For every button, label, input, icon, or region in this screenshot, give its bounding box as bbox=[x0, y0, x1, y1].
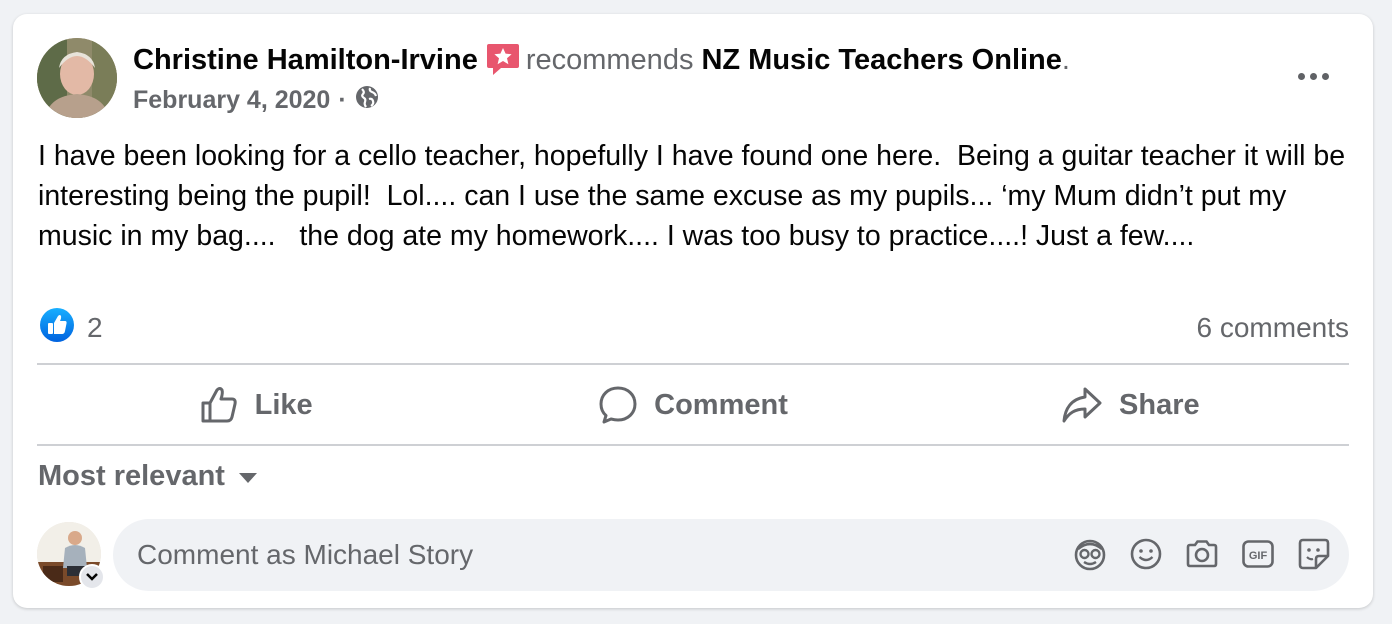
avatar-sticker-icon[interactable] bbox=[1073, 537, 1107, 571]
reactions-summary[interactable]: 2 bbox=[39, 307, 103, 346]
composer-tools: GIF bbox=[1073, 537, 1331, 571]
recommendation-icon bbox=[486, 42, 520, 78]
divider bbox=[37, 444, 1349, 446]
post-date[interactable]: February 4, 2020 bbox=[133, 86, 330, 115]
caret-down-icon bbox=[238, 473, 257, 483]
more-dot bbox=[1309, 72, 1317, 80]
like-label: Like bbox=[254, 388, 313, 421]
globe-icon bbox=[355, 85, 379, 116]
share-arrow-icon bbox=[1061, 385, 1103, 425]
more-dot bbox=[1321, 72, 1329, 80]
recommends-verb: recommends bbox=[525, 44, 694, 76]
comment-composer: GIF bbox=[113, 519, 1349, 591]
sort-label: Most relevant bbox=[38, 459, 225, 492]
page-name-link[interactable]: NZ Music Teachers Online bbox=[701, 42, 1061, 78]
comment-button[interactable]: Comment bbox=[474, 366, 911, 444]
more-options-button[interactable] bbox=[1289, 58, 1337, 94]
share-label: Share bbox=[1119, 388, 1200, 421]
post-header: Christine Hamilton-Irvine recommends NZ … bbox=[133, 42, 1070, 78]
author-avatar[interactable] bbox=[37, 38, 117, 118]
more-dot bbox=[1297, 72, 1305, 80]
post-text: I have been looking for a cello teacher,… bbox=[38, 140, 1354, 252]
account-switcher-chevron-icon[interactable] bbox=[79, 564, 105, 590]
comment-label: Comment bbox=[654, 388, 788, 421]
thumbs-up-icon bbox=[199, 385, 239, 425]
emoji-icon[interactable] bbox=[1129, 537, 1163, 571]
sticker-icon[interactable] bbox=[1297, 537, 1331, 571]
like-count: 2 bbox=[87, 312, 103, 343]
share-button[interactable]: Share bbox=[912, 366, 1349, 444]
divider bbox=[37, 363, 1349, 365]
post-card: Christine Hamilton-Irvine recommends NZ … bbox=[13, 14, 1373, 608]
post-meta: February 4, 2020 · bbox=[133, 84, 379, 116]
current-user-avatar[interactable] bbox=[37, 522, 105, 590]
svg-text:GIF: GIF bbox=[1249, 550, 1268, 562]
speech-bubble-icon bbox=[598, 385, 638, 425]
comment-input[interactable] bbox=[137, 519, 1037, 591]
camera-icon[interactable] bbox=[1185, 537, 1219, 571]
like-reaction-icon bbox=[39, 307, 75, 350]
comments-count-link[interactable]: 6 comments bbox=[1197, 310, 1350, 346]
date-separator: · bbox=[338, 85, 347, 114]
like-button[interactable]: Like bbox=[37, 366, 474, 444]
author-name[interactable]: Christine Hamilton-Irvine bbox=[133, 42, 478, 78]
action-bar: Like Comment Share bbox=[37, 366, 1349, 444]
comment-sort-dropdown[interactable]: Most relevant bbox=[38, 456, 257, 496]
gif-icon[interactable]: GIF bbox=[1241, 537, 1275, 571]
header-period: . bbox=[1061, 44, 1070, 76]
